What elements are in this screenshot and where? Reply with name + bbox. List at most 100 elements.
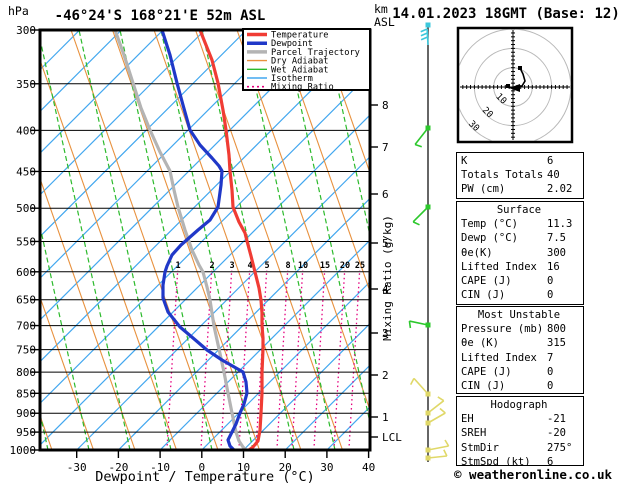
stat-row: CAPE (J) 0 (461, 274, 583, 288)
stat-row: CAPE (J) 0 (461, 365, 583, 379)
temp-tick-label: -30 (67, 461, 87, 474)
stat-value: 7 (547, 351, 554, 364)
mixing-ratio-label: 25 (355, 261, 365, 271)
pressure-tick-label: 650 (16, 294, 36, 307)
stat-value: 315 (547, 337, 566, 350)
pressure-tick-label: 350 (16, 78, 36, 91)
pressure-tick-label: 800 (16, 366, 36, 379)
mixing-ratio-line (166, 269, 179, 450)
wind-barb-feather (443, 449, 448, 457)
dry-adiabat-line (277, 30, 370, 294)
wind-barb-stem (427, 445, 449, 451)
hodograph-marker (518, 66, 522, 70)
stat-value: 800 (547, 323, 566, 336)
stat-label: Temp (°C) (461, 218, 518, 231)
stat-label: StmDir (461, 441, 499, 454)
mixing-ratio-label: 10 (298, 261, 308, 271)
wind-barb-feather (414, 143, 422, 148)
stat-value: -21 (547, 413, 566, 426)
stat-row: K6 (461, 154, 583, 168)
skewt-sounding-view: hPa -46°24'S 168°21'E 52m ASL 14.01.2023… (0, 0, 629, 486)
mixing-ratio-label: 20 (340, 261, 350, 271)
dry-adiabat-line (70, 30, 219, 450)
stat-value: 0 (547, 380, 554, 393)
stat-label: Lifted Index (461, 351, 537, 364)
pressure-tick-label: 950 (16, 426, 36, 439)
mixing-ratio-line (238, 269, 251, 450)
stat-row: CIN (J) 0 (461, 379, 583, 393)
stat-label: SREH (461, 427, 487, 440)
km-tick-label: 1 (382, 411, 389, 424)
wind-barb-feather (420, 28, 428, 33)
wet-adiabat-line (242, 30, 336, 450)
stat-row: CIN (J) 0 (461, 288, 583, 302)
temp-tick-label: -20 (108, 461, 128, 474)
km-tick-label: 6 (382, 188, 389, 201)
wet-adiabat-line (40, 36, 131, 450)
stat-row: Lifted Index 7 (461, 351, 583, 365)
stat-label: PW (cm) (461, 183, 506, 196)
stat-value: 11.3 (547, 218, 573, 231)
wet-adiabat-line (119, 30, 213, 450)
pressure-tick-label: 400 (16, 124, 36, 137)
temperature-curve (198, 30, 265, 450)
pressure-tick-label: 700 (16, 320, 36, 333)
wind-barb-feather (408, 320, 412, 329)
alt-unit-km: km (374, 2, 388, 16)
stat-label: EH (461, 413, 474, 426)
wind-barb-feather (409, 378, 415, 385)
panel-header: Hodograph (490, 399, 548, 411)
wind-barb-marker (425, 22, 431, 28)
stat-row: θe(K) 300 (461, 246, 583, 260)
mixing-ratio-label: 15 (320, 261, 330, 271)
stats-panel-indices: K 6 Totals Totals 40 PW (cm) 2.02 (456, 152, 584, 199)
stat-row: θe (K) 315 (461, 336, 583, 350)
km-tick-label: 5 (382, 237, 389, 250)
stat-value: 40 (547, 169, 560, 182)
stat-label: Lifted Index (461, 260, 537, 273)
mixing-ratio-label: 5 (264, 261, 269, 271)
credit: © weatheronline.co.uk (454, 467, 613, 482)
pressure-tick-label: 450 (16, 165, 36, 178)
stat-row: PW (cm) 2.02 (461, 182, 583, 196)
pressure-tick-label: 900 (16, 407, 36, 420)
stat-value: 6 (547, 455, 554, 466)
stat-row: Dewp (°C) 7.5 (461, 231, 583, 245)
wind-barb-stem (427, 412, 446, 424)
mixing-ratio-line (276, 269, 289, 450)
wet-adiabat-line (283, 30, 370, 426)
stat-row: Totals Totals 40 (461, 168, 583, 182)
wind-barb-feather (437, 396, 445, 402)
km-tick-label: 7 (382, 141, 389, 154)
mixing-ratio-label: 2 (209, 261, 214, 271)
wind-barb-stem (427, 400, 445, 414)
wind-profile (408, 22, 450, 462)
stat-value: -20 (547, 427, 566, 440)
pressure-unit-label: hPa (8, 4, 29, 18)
stat-value: 300 (547, 246, 566, 259)
km-tick-label: 4 (382, 283, 389, 296)
stat-value: 0 (547, 275, 554, 288)
wind-barb-feather (444, 439, 450, 447)
mixing-ratio-line (333, 269, 346, 450)
wind-barb-feather (420, 36, 428, 41)
mixing-ratio-axis-title: Mixing Ratio (g/kg) (381, 215, 394, 341)
stat-label: Totals Totals (461, 169, 544, 182)
km-tick-label: 8 (382, 99, 389, 112)
stat-row: EH -21 (461, 412, 583, 426)
temp-tick-label: 10 (237, 461, 250, 474)
stat-row: Temp (°C) 11.3 (461, 217, 583, 231)
stat-value: 275° (547, 441, 573, 454)
stat-value: 2.02 (547, 183, 573, 196)
pressure-tick-label: 300 (16, 24, 36, 37)
temp-tick-label: 0 (198, 461, 205, 474)
dry-adiabat-line (40, 295, 95, 450)
isotherm-line (76, 155, 370, 450)
stat-row: SREH -20 (461, 426, 583, 440)
stat-label: CIN (J) (461, 380, 506, 393)
stat-value: 7.5 (547, 232, 566, 245)
pressure-tick-label: 500 (16, 202, 36, 215)
wind-barb-stem (427, 455, 447, 459)
km-tick-label: 3 (382, 327, 389, 340)
stat-value: 0 (547, 365, 554, 378)
